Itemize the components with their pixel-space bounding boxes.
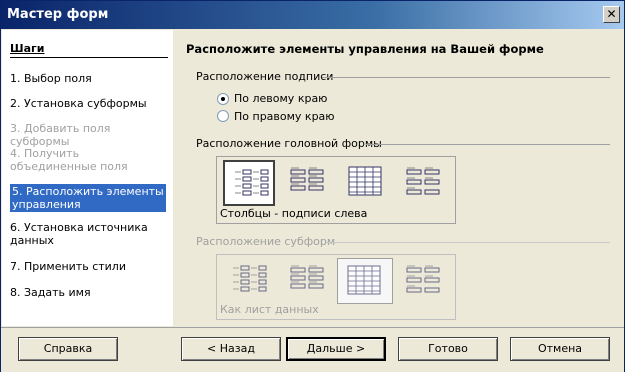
steps-divider bbox=[10, 57, 168, 58]
main-layout-columns-above[interactable] bbox=[281, 160, 333, 206]
subform-layout-group: Как лист данных bbox=[216, 254, 456, 320]
radio-left-align-label[interactable]: По левому краю bbox=[234, 92, 327, 105]
page-title: Расположите элементы управления на Вашей… bbox=[186, 42, 544, 56]
datasheet-icon bbox=[347, 265, 381, 295]
main-form-layout-title: Расположение головной формы bbox=[196, 137, 382, 150]
cancel-button[interactable]: Отмена bbox=[510, 337, 610, 361]
step-7[interactable]: 7. Применить стили bbox=[10, 260, 166, 273]
subform-layout-datasheet bbox=[337, 258, 393, 304]
step-2[interactable]: 2. Установка субформы bbox=[10, 97, 166, 110]
blocks-labels-above-icon bbox=[406, 167, 440, 195]
title-bar[interactable]: Мастер форм ✕ bbox=[1, 1, 624, 29]
steps-header: Шаги bbox=[10, 42, 45, 55]
subform-layout-blocks bbox=[397, 258, 449, 304]
steps-sidebar: Шаги 1. Выбор поля 2. Установка субформы… bbox=[2, 30, 173, 326]
datasheet-icon bbox=[348, 166, 382, 196]
close-button[interactable]: ✕ bbox=[603, 6, 620, 23]
columns-labels-above-icon bbox=[290, 167, 324, 191]
blocks-labels-above-icon bbox=[406, 265, 440, 293]
button-bar: Справка < Назад Дальше > Готово Отмена bbox=[1, 327, 624, 372]
window-title: Мастер форм bbox=[7, 7, 109, 22]
subform-layout-divider bbox=[326, 242, 610, 243]
step-6[interactable]: 6. Установка источника данных bbox=[10, 221, 150, 247]
main-layout-columns-left[interactable] bbox=[223, 160, 275, 206]
main-panel: Расположите элементы управления на Вашей… bbox=[174, 30, 623, 326]
columns-labels-left-icon bbox=[235, 169, 269, 196]
step-3: 3. Добавить поля субформы bbox=[10, 122, 111, 148]
step-1[interactable]: 1. Выбор поля bbox=[10, 72, 166, 85]
columns-labels-above-icon bbox=[290, 265, 324, 289]
finish-button[interactable]: Готово bbox=[398, 337, 498, 361]
radio-right-align-label[interactable]: По правому краю bbox=[234, 110, 335, 123]
step-4: 4. Получить объединенные поля bbox=[10, 147, 128, 173]
label-placement-divider bbox=[322, 77, 610, 78]
subform-layout-title: Расположение субформ bbox=[196, 235, 336, 248]
main-layout-datasheet[interactable] bbox=[339, 160, 391, 206]
step-8[interactable]: 8. Задать имя bbox=[10, 286, 166, 299]
back-button[interactable]: < Назад bbox=[181, 337, 281, 361]
radio-right-align[interactable] bbox=[217, 110, 229, 122]
subform-layout-columns-left bbox=[223, 258, 275, 304]
help-button[interactable]: Справка bbox=[18, 337, 118, 361]
subform-layout-caption: Как лист данных bbox=[220, 303, 319, 316]
step-5[interactable]: 5. Расположить элементы управления bbox=[10, 184, 166, 212]
columns-labels-left-icon bbox=[233, 265, 267, 292]
main-layout-blocks[interactable] bbox=[397, 160, 449, 206]
next-button[interactable]: Дальше > bbox=[286, 337, 386, 361]
main-layout-caption: Столбцы - подписи слева bbox=[220, 207, 368, 220]
main-form-layout-group: Столбцы - подписи слева bbox=[216, 156, 456, 224]
main-form-layout-divider bbox=[366, 144, 610, 145]
label-placement-title: Расположение подписи bbox=[196, 70, 334, 83]
radio-left-align[interactable] bbox=[217, 93, 229, 105]
subform-layout-columns-above bbox=[281, 258, 333, 304]
form-wizard-window: Мастер форм ✕ Шаги 1. Выбор поля 2. Уста… bbox=[0, 0, 625, 372]
